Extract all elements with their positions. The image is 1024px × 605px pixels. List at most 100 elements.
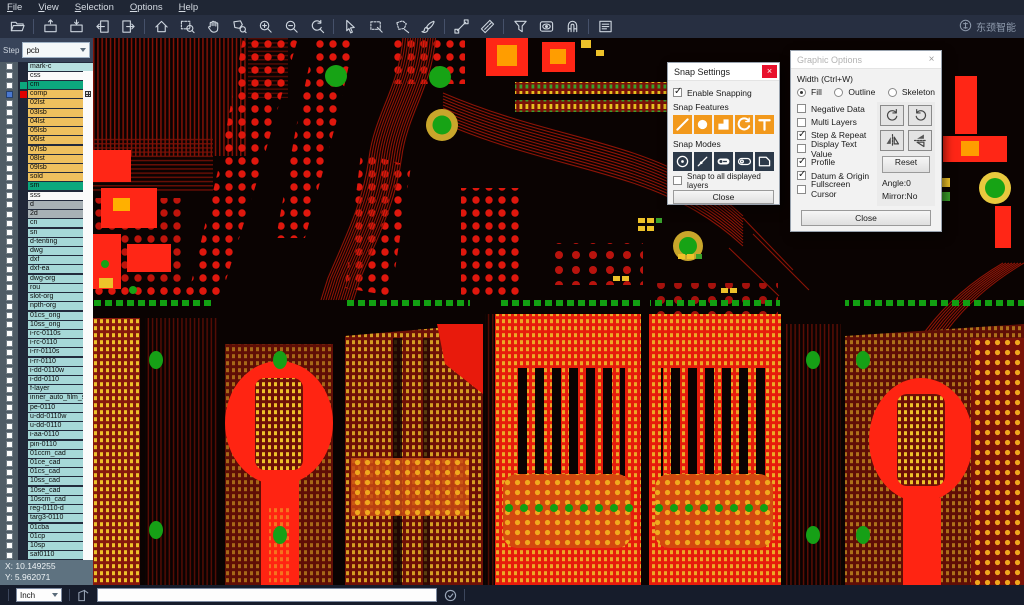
layer-visibility-checkbox[interactable] bbox=[6, 192, 13, 199]
layer-row-06lst[interactable]: 06lst bbox=[0, 136, 93, 145]
layer-visibility-checkbox[interactable] bbox=[6, 367, 13, 374]
layer-visibility-checkbox[interactable] bbox=[6, 63, 13, 70]
radio-outline[interactable]: Outline bbox=[834, 87, 875, 97]
layer-visibility-checkbox[interactable] bbox=[6, 423, 13, 430]
menu-file[interactable]: File bbox=[7, 2, 22, 13]
layer-row-dwg-org[interactable]: dwg-org bbox=[0, 274, 93, 283]
zoom-reset-icon[interactable] bbox=[304, 16, 330, 37]
layer-row-09lsb[interactable]: 09lsb bbox=[0, 163, 93, 172]
layer-visibility-checkbox[interactable] bbox=[6, 552, 13, 559]
reset-button[interactable]: Reset bbox=[882, 156, 930, 173]
layer-visibility-checkbox[interactable] bbox=[6, 229, 13, 236]
layer-row-f-layer[interactable]: f-layer bbox=[0, 385, 93, 394]
zoom-polygon-icon[interactable] bbox=[226, 16, 252, 37]
layer-visibility-checkbox[interactable] bbox=[6, 469, 13, 476]
layer-row-i-aa-0110[interactable]: i-aa-0110 bbox=[0, 431, 93, 440]
export-box-icon[interactable] bbox=[63, 16, 89, 37]
snap-line-icon[interactable] bbox=[673, 115, 692, 134]
layer-visibility-checkbox[interactable] bbox=[6, 506, 13, 513]
rotate-cw-icon[interactable] bbox=[880, 105, 904, 126]
close-icon[interactable]: × bbox=[924, 53, 939, 66]
layer-visibility-checkbox[interactable] bbox=[6, 358, 13, 365]
layer-visibility-checkbox[interactable] bbox=[6, 174, 13, 181]
layer-visibility-checkbox[interactable] bbox=[6, 533, 13, 540]
close-icon[interactable]: × bbox=[762, 65, 777, 78]
checkbox-profile[interactable]: ✓Profile bbox=[797, 156, 873, 169]
layer-row-01cp[interactable]: 01cp bbox=[0, 532, 93, 541]
menu-options[interactable]: Options bbox=[130, 2, 163, 13]
layer-row-comp[interactable]: comp bbox=[0, 90, 93, 99]
layer-visibility-checkbox[interactable] bbox=[6, 395, 13, 402]
layer-row-04lst[interactable]: 04lst bbox=[0, 117, 93, 126]
layer-row-10sp[interactable]: 10sp bbox=[0, 541, 93, 550]
layer-visibility-checkbox[interactable] bbox=[6, 294, 13, 301]
layer-row-saf0110[interactable]: saf0110 bbox=[0, 551, 93, 560]
layer-row-reg-0110-d[interactable]: reg-0110-d bbox=[0, 505, 93, 514]
layer-row-10se_cad[interactable]: 10se_cad bbox=[0, 486, 93, 495]
page-in-icon[interactable] bbox=[89, 16, 115, 37]
layer-visibility-checkbox[interactable] bbox=[6, 128, 13, 135]
snap-arc-icon[interactable] bbox=[735, 115, 754, 134]
filter-icon[interactable] bbox=[507, 16, 533, 37]
import-box-icon[interactable] bbox=[37, 16, 63, 37]
mode-slot-filled-icon[interactable] bbox=[714, 152, 733, 171]
enable-snapping-checkbox[interactable]: ✓ Enable Snapping bbox=[673, 85, 774, 100]
mode-center-icon[interactable] bbox=[673, 152, 692, 171]
mode-edge-icon[interactable] bbox=[694, 152, 713, 171]
snap-corner-icon[interactable] bbox=[714, 115, 733, 134]
layer-row-05lsb[interactable]: 05lsb bbox=[0, 127, 93, 136]
layer-visibility-checkbox[interactable] bbox=[6, 460, 13, 467]
layer-row-10ss_cad[interactable]: 10ss_cad bbox=[0, 477, 93, 486]
layer-row-slot-org[interactable]: slot-org bbox=[0, 292, 93, 301]
layer-visibility-checkbox[interactable] bbox=[6, 496, 13, 503]
notes-panel-icon[interactable] bbox=[592, 16, 618, 37]
layer-row-i-rc-0110[interactable]: i-rc-0110 bbox=[0, 339, 93, 348]
checkbox-multi-layers[interactable]: Multi Layers bbox=[797, 115, 873, 128]
layer-visibility-checkbox[interactable] bbox=[6, 478, 13, 485]
layer-visibility-checkbox[interactable] bbox=[6, 201, 13, 208]
command-input[interactable] bbox=[97, 588, 437, 602]
select-arrow-icon[interactable] bbox=[337, 16, 363, 37]
layer-row-08lst[interactable]: 08lst bbox=[0, 154, 93, 163]
layer-visibility-checkbox[interactable] bbox=[6, 450, 13, 457]
snap-close-button[interactable]: Close bbox=[673, 190, 774, 204]
graphic-dialog-titlebar[interactable]: Graphic Options × bbox=[791, 51, 941, 69]
layer-visibility-checkbox[interactable] bbox=[6, 404, 13, 411]
layer-row-01cs_cad[interactable]: 01cs_cad bbox=[0, 468, 93, 477]
measure-line-icon[interactable] bbox=[448, 16, 474, 37]
layer-row-03lsb[interactable]: 03lsb bbox=[0, 108, 93, 117]
menu-selection[interactable]: Selection bbox=[75, 2, 114, 13]
layer-visibility-checkbox[interactable] bbox=[6, 487, 13, 494]
layer-row-u-dd-0110w[interactable]: u-dd-0110w bbox=[0, 412, 93, 421]
layer-visibility-checkbox[interactable] bbox=[6, 266, 13, 273]
layer-visibility-checkbox[interactable] bbox=[6, 155, 13, 162]
layer-visibility-checkbox[interactable] bbox=[6, 211, 13, 218]
snap-magnet-icon[interactable] bbox=[559, 16, 585, 37]
layer-row-i-rc-0110s[interactable]: i-rc-0110s bbox=[0, 329, 93, 338]
layer-visibility-checkbox[interactable] bbox=[6, 349, 13, 356]
layer-row-01ccm_cad[interactable]: 01ccm_cad bbox=[0, 449, 93, 458]
menu-help[interactable]: Help bbox=[179, 2, 199, 13]
layer-row-01cba[interactable]: 01cba bbox=[0, 523, 93, 532]
layer-visibility-checkbox[interactable] bbox=[6, 303, 13, 310]
layer-row-dxf[interactable]: dxf bbox=[0, 256, 93, 265]
layer-row-01ce_cad[interactable]: 01ce_cad bbox=[0, 458, 93, 467]
flip-horizontal-icon[interactable] bbox=[880, 130, 904, 151]
checkbox-fullscreen-cursor[interactable]: Fullscreen Cursor bbox=[797, 182, 873, 195]
poly-select-icon[interactable] bbox=[389, 16, 415, 37]
snap-dialog-titlebar[interactable]: Snap Settings × bbox=[668, 63, 779, 81]
layer-film-icon[interactable] bbox=[85, 91, 91, 97]
layer-row-mark-c[interactable]: mark-c bbox=[0, 62, 93, 71]
layer-row-sn[interactable]: sn bbox=[0, 228, 93, 237]
layer-visibility-checkbox[interactable] bbox=[6, 220, 13, 227]
graphic-close-button[interactable]: Close bbox=[801, 210, 931, 226]
zoom-out-icon[interactable] bbox=[278, 16, 304, 37]
layer-visibility-checkbox[interactable] bbox=[6, 524, 13, 531]
pan-hand-icon[interactable] bbox=[200, 16, 226, 37]
confirm-check-icon[interactable] bbox=[444, 589, 457, 602]
layer-visibility-checkbox[interactable] bbox=[6, 386, 13, 393]
layer-visibility-checkbox[interactable] bbox=[6, 72, 13, 79]
step-dropdown[interactable]: pcb bbox=[22, 42, 90, 58]
layer-row-targ3-0110[interactable]: targ3-0110 bbox=[0, 514, 93, 523]
layer-visibility-checkbox[interactable] bbox=[6, 542, 13, 549]
